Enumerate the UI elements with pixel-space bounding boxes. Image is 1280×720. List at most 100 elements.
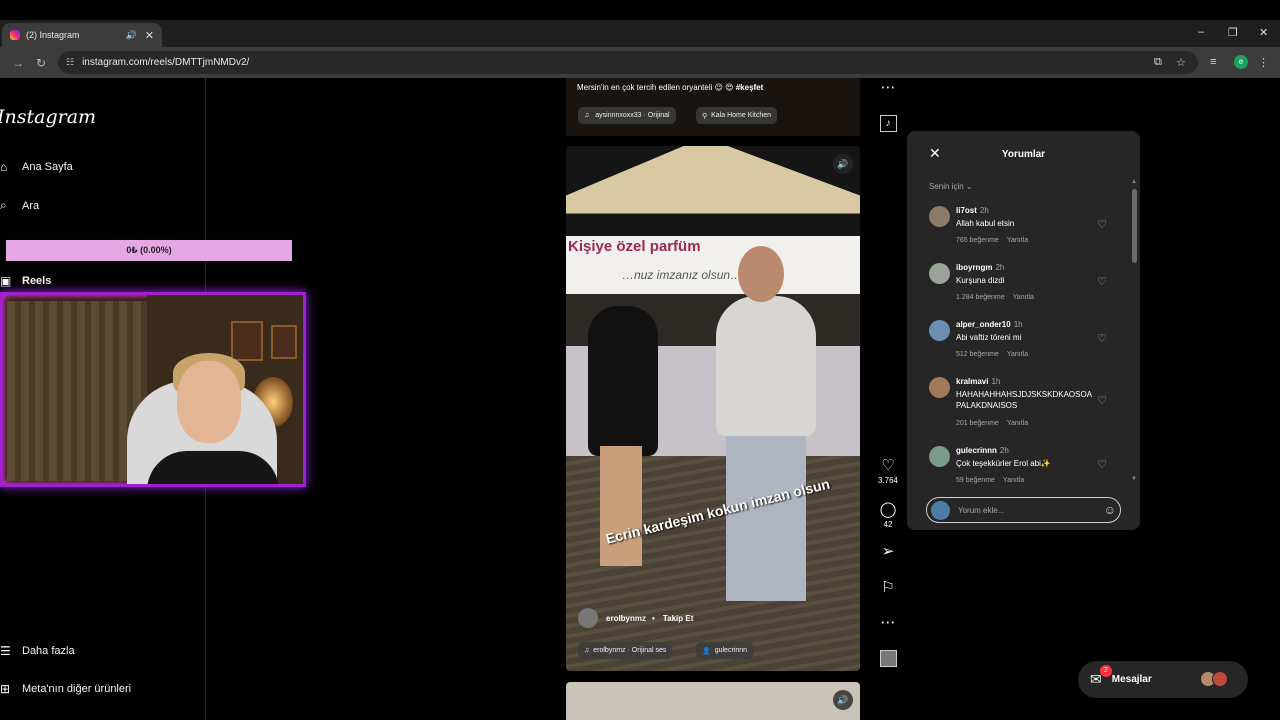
volume-icon[interactable]: 🔊: [833, 154, 853, 174]
comment-heart-icon[interactable]: ♡: [1097, 275, 1107, 288]
scroll-down-arrow-icon[interactable]: ▼: [1131, 476, 1137, 482]
commenter-avatar[interactable]: [929, 377, 950, 398]
browser-tab[interactable]: (2) Instagram 🔊 ✕: [2, 23, 162, 47]
previous-reel-more-icon[interactable]: ⋯: [872, 80, 904, 96]
messages-button[interactable]: ✉ 2 Mesajlar: [1078, 661, 1248, 698]
video-girl-figure: [588, 306, 658, 456]
nav-item-home[interactable]: ⌂ Ana Sayfa: [0, 160, 73, 174]
reel-video[interactable]: Kişiye özel parfüm …nuz imzanız olsun… E…: [566, 146, 860, 671]
volume-icon[interactable]: 🔊: [833, 690, 853, 710]
instagram-logo[interactable]: Instagram: [0, 106, 96, 128]
commenter-avatar[interactable]: [929, 446, 950, 467]
comments-scrollbar[interactable]: [1132, 189, 1137, 263]
nav-item-more[interactable]: ☰ Daha fazla: [0, 644, 75, 658]
nav-item-reels[interactable]: ▣ Reels: [0, 274, 51, 288]
save-button[interactable]: ⚐: [872, 580, 904, 596]
nav-item-search[interactable]: ⌕ Ara: [0, 198, 39, 213]
commenter-username[interactable]: li7ost: [956, 206, 977, 215]
comment-like-count[interactable]: 765 beğenme: [956, 237, 999, 244]
author-username[interactable]: erolbynmz: [606, 614, 646, 623]
my-avatar: [931, 500, 950, 520]
scroll-up-arrow-icon[interactable]: ▲: [1131, 179, 1137, 185]
comments-filter-dropdown[interactable]: Senin için ⌄: [929, 182, 973, 191]
comment-heart-icon[interactable]: ♡: [1097, 394, 1107, 407]
more-options-button[interactable]: ⋯: [872, 615, 904, 631]
previous-reel-audio-chip[interactable]: ♫ aysinnnxoxx33 · Orijinal: [578, 107, 676, 124]
site-info-icon[interactable]: ☷: [66, 57, 74, 68]
nav-item-meta-products[interactable]: ⊞ Meta'nın diğer ürünleri: [0, 682, 131, 696]
comment-button[interactable]: ◯ 42: [872, 502, 904, 530]
minimize-button[interactable]: –: [1198, 26, 1204, 38]
author-avatar[interactable]: [578, 608, 598, 628]
previous-reel-audio-thumb[interactable]: ♪: [872, 115, 904, 132]
grid-icon: ⊞: [0, 682, 11, 696]
avatar: [1212, 671, 1228, 687]
recent-chat-avatars: [1200, 671, 1228, 687]
omnibox[interactable]: ☷ instagram.com/reels/DMTTjmNMDv2/: [58, 51, 1198, 74]
comment-like-count[interactable]: 512 beğenme: [956, 351, 999, 358]
commenter-avatar[interactable]: [929, 320, 950, 341]
emoji-icon[interactable]: ☺: [1104, 503, 1116, 517]
music-note-icon: ♫: [584, 112, 590, 119]
comment-count: 42: [883, 520, 893, 529]
reload-icon[interactable]: ↻: [36, 56, 46, 70]
comment-input[interactable]: [958, 505, 1104, 515]
heart-icon: ♡: [881, 457, 895, 474]
comment-like-count[interactable]: 1.284 beğenme: [956, 294, 1005, 301]
commenter-username[interactable]: kralmavi: [956, 377, 988, 386]
commenter-username[interactable]: iboyrngm: [956, 263, 992, 272]
audio-playing-icon[interactable]: 🔊: [126, 30, 137, 41]
like-button[interactable]: ♡ 3.764: [872, 457, 904, 486]
nav-label: Ana Sayfa: [22, 161, 73, 173]
install-app-icon[interactable]: ⧉: [1154, 56, 1162, 69]
location-label: Kala Home Kitchen: [711, 112, 772, 119]
next-reel-video[interactable]: 🔊: [566, 682, 860, 720]
reply-button[interactable]: Yanıtla: [1007, 237, 1028, 244]
bookmark-icon: ⚐: [881, 579, 895, 596]
reply-button[interactable]: Yanıtla: [1007, 420, 1028, 427]
browser-profile-avatar[interactable]: e: [1234, 55, 1248, 69]
close-window-button[interactable]: ✕: [1259, 26, 1268, 39]
comment-time: 2h: [999, 446, 1009, 455]
reply-button[interactable]: Yanıtla: [1003, 477, 1024, 484]
bookmark-star-icon[interactable]: ☆: [1176, 56, 1186, 69]
comment-heart-icon[interactable]: ♡: [1097, 458, 1107, 471]
comment-heart-icon[interactable]: ♡: [1097, 218, 1107, 231]
cam-picture-frame: [271, 325, 297, 359]
messenger-icon: ✉ 2: [1090, 665, 1112, 688]
webcam-overlay: [0, 292, 306, 487]
comments-title: Yorumlar: [1001, 149, 1046, 160]
comment-meta: 1.284 beğenme Yanıtla: [956, 294, 1034, 301]
previous-reel-location-chip[interactable]: ⚲ Kala Home Kitchen: [696, 107, 778, 124]
comment-like-count[interactable]: 59 beğenme: [956, 477, 995, 484]
follow-button[interactable]: Takip Et: [663, 614, 694, 623]
comment-input-box[interactable]: ☺: [926, 497, 1121, 523]
cam-curtain: [7, 301, 147, 481]
forward-icon[interactable]: →: [12, 56, 24, 70]
comment-text: Abi vaftiz töreni mi: [956, 333, 1022, 342]
tagged-user-chip[interactable]: 👤 gulecrinnn: [696, 642, 754, 659]
commenter-username[interactable]: gulecrinnn: [956, 446, 997, 455]
reel-author: erolbynmz • Takip Et: [578, 608, 693, 628]
close-tab-icon[interactable]: ✕: [145, 29, 154, 42]
comment-like-count[interactable]: 201 beğenme: [956, 420, 999, 427]
media-control-icon[interactable]: ≡: [1210, 56, 1216, 68]
share-button[interactable]: ➢: [872, 544, 904, 560]
reply-button[interactable]: Yanıtla: [1007, 351, 1028, 358]
caption-hashtag[interactable]: #keşfet: [736, 83, 764, 92]
more-icon: ⋯: [880, 614, 896, 631]
comment-heart-icon[interactable]: ♡: [1097, 332, 1107, 345]
comment-meta: 59 beğenme Yanıtla: [956, 477, 1024, 484]
browser-menu-icon[interactable]: ⋮: [1258, 56, 1269, 69]
commenter-username[interactable]: alper_onder10: [956, 320, 1011, 329]
reply-button[interactable]: Yanıtla: [1013, 294, 1034, 301]
audio-thumbnail[interactable]: [872, 650, 904, 667]
commenter-avatar[interactable]: [929, 206, 950, 227]
tagged-username: gulecrinnn: [714, 647, 748, 654]
maximize-button[interactable]: ❐: [1228, 26, 1238, 39]
location-pin-icon: ⚲: [702, 112, 708, 120]
reel-audio-chip[interactable]: ♫ erolbynmz · Orijinal ses: [578, 642, 673, 659]
comment-time: 1h: [991, 377, 1001, 386]
comments-panel: ✕ Yorumlar Senin için ⌄ li7ost 2h Allah k…: [907, 131, 1140, 530]
commenter-avatar[interactable]: [929, 263, 950, 284]
